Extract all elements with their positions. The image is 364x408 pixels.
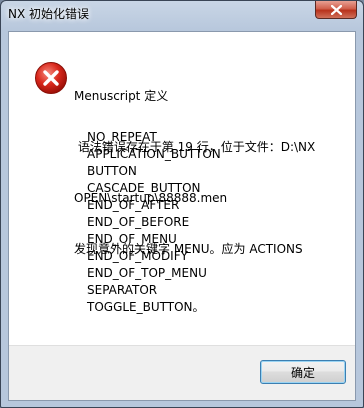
dialog-window: NX 初始化错误 Menuscript 定义 语法错误存在于第 19 行，位于文…	[0, 0, 364, 408]
keyword-item: END_OF_BEFORE	[87, 215, 190, 229]
keyword-item: END_OF_MENU	[87, 232, 177, 246]
dialog-footer: 确定	[9, 345, 355, 400]
keyword-item: END_OF_TOP_MENU	[87, 266, 207, 280]
ok-button[interactable]: 确定	[260, 360, 346, 384]
keyword-item: END_OF_MODIFY	[87, 249, 188, 263]
error-icon	[35, 62, 67, 94]
expected-keywords-list: NO_REPEAT APPLICATION_BUTTON BUTTON CASC…	[87, 129, 221, 316]
close-icon	[331, 5, 342, 15]
keyword-item: APPLICATION_BUTTON	[87, 147, 221, 161]
close-button[interactable]	[315, 1, 357, 19]
window-title: NX 初始化错误	[8, 7, 90, 21]
keyword-item: CASCADE_BUTTON	[87, 181, 201, 195]
keyword-item: SEPARATOR	[87, 283, 158, 297]
keyword-item: NO_REPEAT	[87, 130, 157, 144]
keyword-item: BUTTON	[87, 164, 137, 178]
dialog-content: Menuscript 定义 语法错误存在于第 19 行，位于文件：D:\NX O…	[8, 31, 356, 401]
keyword-item: END_OF_AFTER	[87, 198, 180, 212]
message-line: Menuscript 定义	[74, 89, 169, 103]
keyword-item: TOGGLE_BUTTON。	[87, 300, 205, 314]
title-bar[interactable]: NX 初始化错误	[1, 1, 363, 25]
